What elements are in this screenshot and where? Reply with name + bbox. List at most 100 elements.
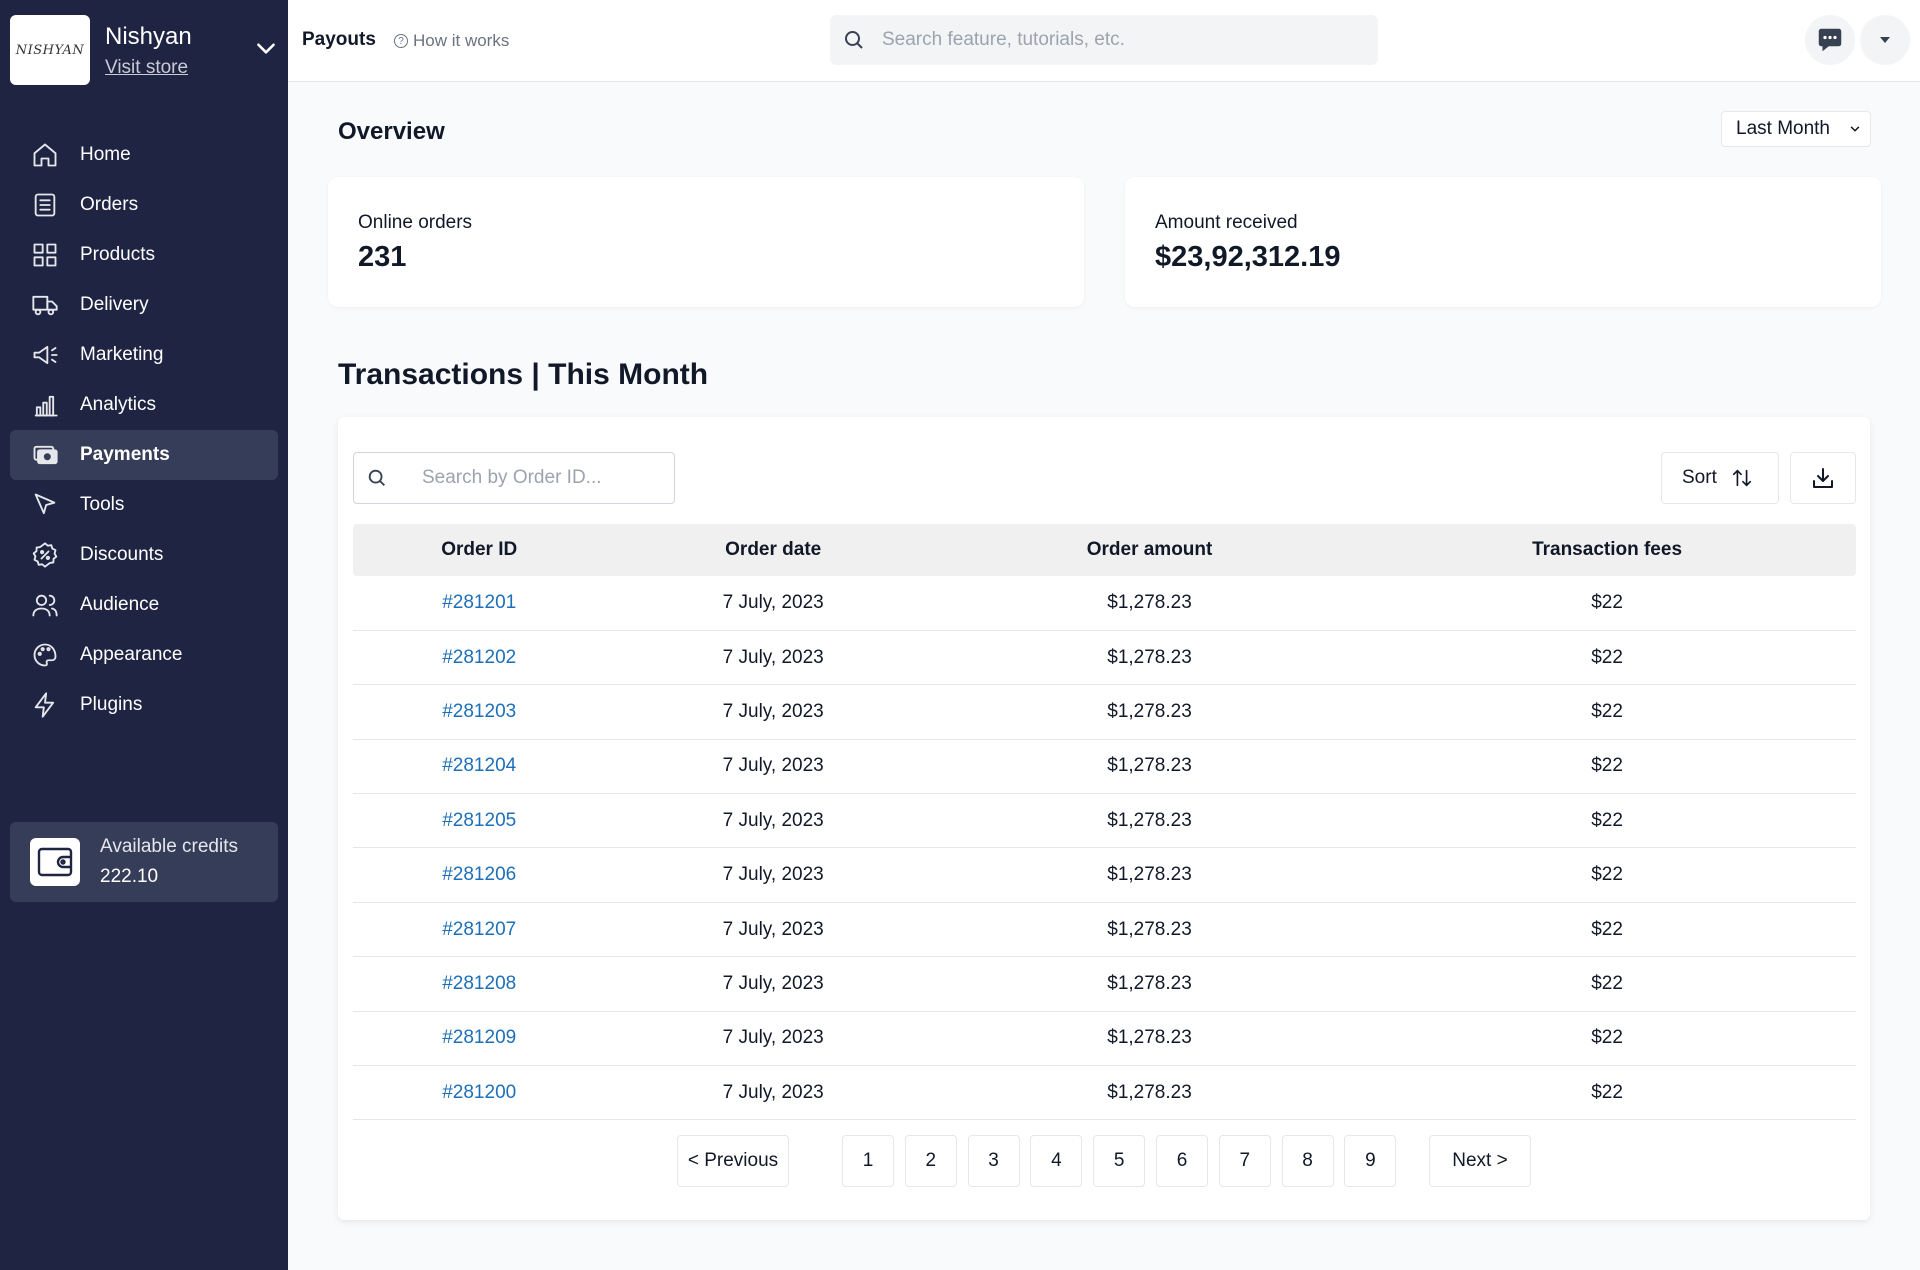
order-id-cell: #281209 bbox=[353, 1011, 606, 1067]
transaction-fee-cell: $22 bbox=[1358, 793, 1856, 849]
period-select[interactable]: Last Month bbox=[1721, 111, 1871, 147]
lightning-icon bbox=[30, 690, 60, 720]
order-search-input[interactable] bbox=[422, 453, 662, 503]
sidebar-item-discounts[interactable]: Discounts bbox=[10, 530, 278, 580]
how-it-works-label: How it works bbox=[413, 31, 510, 50]
column-header: Order ID bbox=[353, 524, 606, 576]
sidebar-item-label: Home bbox=[80, 144, 131, 165]
order-id-link[interactable]: #281200 bbox=[442, 1082, 516, 1103]
available-credits[interactable]: Available credits 222.10 bbox=[10, 822, 278, 902]
sidebar-item-label: Marketing bbox=[80, 344, 164, 365]
order-date-cell: 7 July, 2023 bbox=[605, 956, 941, 1012]
sidebar-item-tools[interactable]: Tools bbox=[10, 480, 278, 530]
credits-label: Available credits bbox=[100, 836, 239, 857]
transactions-title: Transactions | This Month bbox=[338, 358, 709, 391]
table-row: #281204 7 July, 2023 $1,278.23 $22 bbox=[353, 739, 1856, 795]
order-date-cell: 7 July, 2023 bbox=[605, 1065, 941, 1121]
page-button-9[interactable]: 9 bbox=[1344, 1135, 1397, 1187]
order-id-cell: #281202 bbox=[353, 630, 606, 686]
transaction-fee-cell: $22 bbox=[1358, 576, 1856, 631]
order-id-link[interactable]: #281202 bbox=[442, 647, 516, 668]
sort-arrows-icon bbox=[1732, 469, 1751, 487]
transaction-fee-cell: $22 bbox=[1358, 847, 1856, 903]
sidebar-item-marketing[interactable]: Marketing bbox=[10, 330, 278, 380]
order-id-link[interactable]: #281205 bbox=[442, 810, 516, 831]
order-amount-cell: $1,278.23 bbox=[940, 739, 1359, 795]
order-amount-cell: $1,278.23 bbox=[940, 630, 1359, 686]
page-button-2[interactable]: 2 bbox=[904, 1135, 957, 1187]
table-row: #281205 7 July, 2023 $1,278.23 $22 bbox=[353, 793, 1856, 849]
sort-button[interactable]: Sort bbox=[1661, 452, 1779, 504]
transaction-fee-cell: $22 bbox=[1358, 956, 1856, 1012]
download-icon bbox=[1813, 468, 1833, 488]
sidebar-item-label: Appearance bbox=[80, 644, 183, 665]
credits-value: 222.10 bbox=[100, 866, 159, 887]
stat-value: 231 bbox=[358, 241, 407, 273]
main-content: Overview Last Month Online orders 231 Am… bbox=[288, 82, 1920, 1270]
chevron-down-icon bbox=[1850, 126, 1860, 132]
table-row: #281201 7 July, 2023 $1,278.23 $22 bbox=[353, 576, 1856, 631]
download-button[interactable] bbox=[1790, 452, 1856, 504]
order-id-cell: #281208 bbox=[353, 956, 606, 1012]
sidebar-item-delivery[interactable]: Delivery bbox=[10, 280, 278, 330]
order-amount-cell: $1,278.23 bbox=[940, 576, 1359, 631]
sidebar-item-payments[interactable]: Payments bbox=[10, 430, 278, 480]
payments-icon bbox=[30, 440, 60, 470]
order-date-cell: 7 July, 2023 bbox=[605, 684, 941, 740]
megaphone-icon bbox=[30, 340, 60, 370]
page-button-3[interactable]: 3 bbox=[967, 1135, 1020, 1187]
stat-label: Amount received bbox=[1155, 212, 1298, 233]
home-icon bbox=[30, 140, 60, 170]
store-logo: NISHYAN bbox=[10, 15, 90, 85]
column-header: Order date bbox=[605, 524, 941, 576]
help-icon: ? bbox=[394, 34, 408, 48]
sidebar-item-products[interactable]: Products bbox=[10, 230, 278, 280]
order-id-link[interactable]: #281208 bbox=[442, 973, 516, 994]
order-search bbox=[353, 452, 675, 504]
sidebar-item-plugins[interactable]: Plugins bbox=[10, 680, 278, 730]
sidebar-item-analytics[interactable]: Analytics bbox=[10, 380, 278, 430]
page-button-4[interactable]: 4 bbox=[1030, 1135, 1083, 1187]
global-search-input[interactable] bbox=[882, 15, 1362, 65]
transaction-fee-cell: $22 bbox=[1358, 684, 1856, 740]
discount-icon bbox=[30, 540, 60, 570]
order-amount-cell: $1,278.23 bbox=[940, 1065, 1359, 1121]
order-id-link[interactable]: #281206 bbox=[442, 864, 516, 885]
transaction-fee-cell: $22 bbox=[1358, 902, 1856, 958]
table-row: #281203 7 July, 2023 $1,278.23 $22 bbox=[353, 684, 1856, 740]
previous-page-button[interactable]: < Previous bbox=[677, 1135, 789, 1187]
chat-icon bbox=[1818, 28, 1842, 52]
sidebar-item-home[interactable]: Home bbox=[10, 130, 278, 180]
sidebar-item-audience[interactable]: Audience bbox=[10, 580, 278, 630]
store-switcher[interactable]: NISHYAN Nishyan Visit store bbox=[10, 15, 280, 85]
page-button-7[interactable]: 7 bbox=[1218, 1135, 1271, 1187]
page-title: Payouts bbox=[302, 29, 376, 50]
order-id-link[interactable]: #281204 bbox=[442, 755, 516, 776]
order-id-cell: #281206 bbox=[353, 847, 606, 903]
transaction-fee-cell: $22 bbox=[1358, 1011, 1856, 1067]
next-page-button[interactable]: Next > bbox=[1429, 1135, 1531, 1187]
order-id-link[interactable]: #281203 bbox=[442, 701, 516, 722]
page-button-6[interactable]: 6 bbox=[1156, 1135, 1208, 1187]
order-id-link[interactable]: #281209 bbox=[442, 1027, 516, 1048]
chat-button[interactable] bbox=[1805, 15, 1855, 65]
sidebar-item-appearance[interactable]: Appearance bbox=[10, 630, 278, 680]
period-select-value: Last Month bbox=[1736, 118, 1830, 139]
order-amount-cell: $1,278.23 bbox=[940, 902, 1359, 958]
account-menu-button[interactable] bbox=[1860, 15, 1910, 65]
page-button-1[interactable]: 1 bbox=[842, 1135, 894, 1187]
visit-store-link[interactable]: Visit store bbox=[105, 57, 188, 79]
sidebar-item-label: Orders bbox=[80, 194, 139, 215]
order-date-cell: 7 July, 2023 bbox=[605, 902, 941, 958]
order-id-link[interactable]: #281207 bbox=[442, 919, 516, 940]
order-date-cell: 7 July, 2023 bbox=[605, 847, 941, 903]
search-icon bbox=[845, 31, 863, 49]
page-button-5[interactable]: 5 bbox=[1093, 1135, 1146, 1187]
order-id-link[interactable]: #281201 bbox=[442, 592, 516, 613]
palette-icon bbox=[30, 640, 60, 670]
sidebar-item-orders[interactable]: Orders bbox=[10, 180, 278, 230]
how-it-works-link[interactable]: ? How it works bbox=[394, 31, 509, 51]
chevron-down-icon[interactable] bbox=[253, 35, 279, 61]
page-button-8[interactable]: 8 bbox=[1281, 1135, 1334, 1187]
order-amount-cell: $1,278.23 bbox=[940, 956, 1359, 1012]
